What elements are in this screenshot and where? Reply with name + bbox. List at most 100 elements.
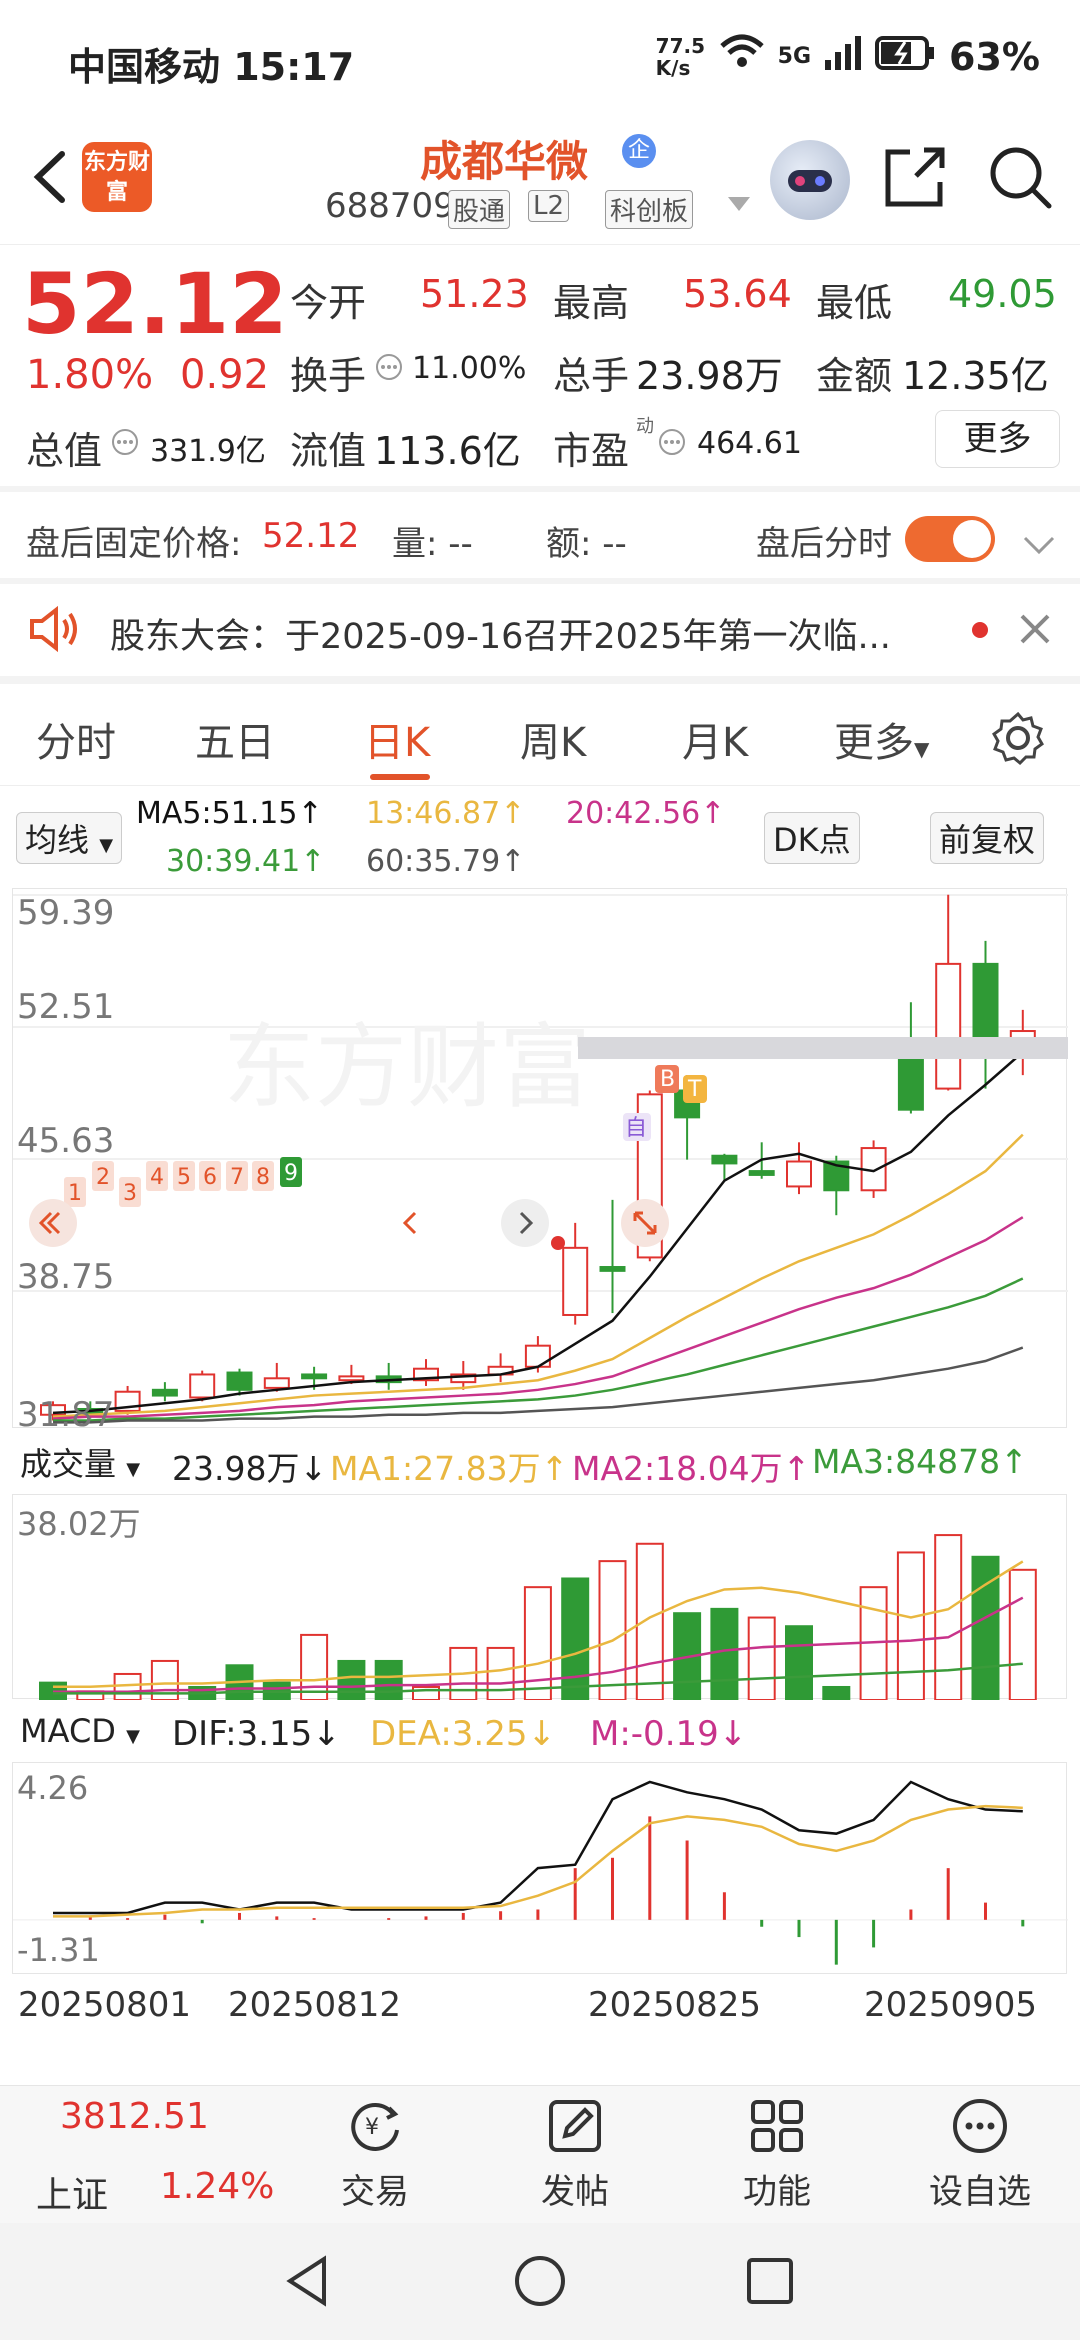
- dk-point-button[interactable]: DK点: [764, 812, 860, 864]
- search-icon[interactable]: [985, 142, 1055, 212]
- self-tag: 自: [625, 1116, 647, 1141]
- close-icon[interactable]: [1018, 612, 1052, 655]
- post-button[interactable]: 发帖: [500, 2096, 650, 2213]
- chevron-down-icon[interactable]: [1022, 526, 1056, 566]
- divider: [0, 578, 1080, 584]
- after-hours-bar: 盘后固定价格: 52.12 量: -- 额: -- 盘后分时: [0, 500, 1080, 580]
- nav-back-icon[interactable]: [280, 2253, 336, 2313]
- sequence-marker: 1: [64, 1177, 86, 1207]
- sequence-marker-label: 4: [150, 1165, 164, 1190]
- sequence-marker-label: 5: [177, 1165, 191, 1190]
- nav-home-icon[interactable]: [512, 2253, 568, 2313]
- macd-selector[interactable]: MACD ▼: [12, 1710, 148, 1752]
- chevron-left-icon: [402, 1211, 417, 1235]
- enterprise-badge: 企: [622, 134, 656, 168]
- y-label: 45.63: [17, 1121, 115, 1161]
- sequence-marker: 9: [280, 1157, 302, 1187]
- sequence-marker: 5: [173, 1161, 195, 1191]
- macd-line: [53, 1780, 1023, 1915]
- tab-five-day[interactable]: 五日: [195, 710, 275, 768]
- date-label: 20250812: [228, 1985, 402, 2025]
- tab-more[interactable]: 更多▼: [834, 710, 929, 768]
- tab-monthly-k[interactable]: 月K: [682, 710, 748, 768]
- current-price: 52.12: [22, 255, 288, 353]
- ma60-value: 60:35.79↑: [366, 844, 526, 879]
- kline-chart[interactable]: 东方财富 1 2 3 4 5 6 7 8 9 B T 自 59.39 52.51 45.63 38.75…: [12, 888, 1068, 1435]
- tab-daily-k[interactable]: 日K: [364, 710, 430, 768]
- trade-label: 交易: [341, 2172, 409, 2212]
- settings-gear-icon[interactable]: [990, 710, 1046, 770]
- divider: [0, 486, 1080, 492]
- open-label: 今开: [290, 281, 367, 325]
- assistant-robot-icon[interactable]: [770, 140, 850, 220]
- volume-bar: [1008, 1568, 1037, 1702]
- add-watchlist-button[interactable]: 设自选: [905, 2096, 1055, 2213]
- notice-bar[interactable]: 股东大会：于2025-09-16召开2025年第一次临...: [0, 590, 1080, 670]
- high-value: 53.64: [683, 272, 792, 316]
- index-percent[interactable]: 1.24%: [160, 2166, 274, 2207]
- status-icons: 77.5 K/s 5G 63%: [656, 34, 1040, 79]
- more-quote-button[interactable]: 更多: [935, 410, 1060, 468]
- volume-bar: [710, 1607, 739, 1701]
- candle-body: [263, 1377, 290, 1389]
- sequence-marker: 8: [252, 1161, 274, 1191]
- sequence-marker-label: 8: [256, 1165, 270, 1190]
- info-icon[interactable]: [374, 352, 404, 386]
- info-icon[interactable]: [110, 427, 140, 461]
- pe-value: 464.61: [697, 426, 802, 461]
- volume-selector[interactable]: 成交量 ▼: [12, 1437, 149, 1487]
- index-value[interactable]: 3812.51: [60, 2096, 209, 2137]
- volume-chart[interactable]: 38.02万: [12, 1494, 1067, 1702]
- adjust-button[interactable]: 前复权: [930, 812, 1045, 864]
- y-label: 38.75: [17, 1257, 115, 1297]
- sequence-marker-label: 2: [96, 1165, 110, 1190]
- candle-body: [226, 1371, 253, 1391]
- volume-max-label: 38.02万: [17, 1505, 141, 1543]
- trade-tag: T: [687, 1077, 702, 1102]
- active-tab-indicator: [370, 774, 430, 780]
- volume-bar: [561, 1577, 590, 1701]
- trade-button[interactable]: ¥ 交易: [300, 2096, 450, 2213]
- turnover-value: 11.00%: [412, 351, 527, 386]
- sequence-marker: 7: [226, 1161, 248, 1191]
- volume-bar: [785, 1625, 813, 1701]
- sequence-marker: 4: [146, 1161, 168, 1191]
- volume-bar: [486, 1646, 515, 1702]
- candle-body: [748, 1170, 775, 1176]
- macd-svg: [13, 1780, 1068, 1965]
- wifi-icon: [719, 34, 764, 79]
- price-band: [578, 1037, 1068, 1059]
- after-hours-toggle[interactable]: [905, 516, 995, 562]
- svg-text:¥: ¥: [365, 2115, 379, 2140]
- indicator-selector[interactable]: 均线 ▼: [16, 812, 123, 864]
- index-name[interactable]: 上证: [36, 2166, 108, 2218]
- candle-body: [151, 1388, 178, 1397]
- stock-name[interactable]: 成都华微: [420, 128, 588, 189]
- stock-header: 东方财富 成都华微 企 688709 股通 L2 科创板: [0, 120, 1080, 245]
- volume-value: 23.98万↓: [172, 1449, 328, 1488]
- battery-icon: [875, 35, 935, 79]
- back-arrow-icon[interactable]: [22, 142, 82, 212]
- info-icon[interactable]: [657, 427, 687, 461]
- low-value: 49.05: [948, 272, 1057, 316]
- macd-chart[interactable]: 4.26 -1.31: [12, 1762, 1068, 1974]
- tab-weekly-k[interactable]: 周K: [520, 710, 586, 768]
- macd-m: M:-0.19↓: [590, 1714, 748, 1754]
- stock-code: 688709: [325, 186, 455, 226]
- share-icon[interactable]: [880, 142, 950, 212]
- add-watchlist-label: 设自选: [929, 2172, 1031, 2212]
- amount-value: 12.35亿: [902, 354, 1049, 398]
- volume-ma3: MA3:84878↑: [812, 1442, 1028, 1481]
- volume-bar: [934, 1534, 963, 1702]
- nav-recents-icon[interactable]: [742, 2253, 798, 2313]
- volume-selector-label: 成交量: [20, 1445, 117, 1483]
- candle-body: [524, 1344, 551, 1368]
- function-button[interactable]: 功能: [702, 2096, 852, 2213]
- candle-body: [338, 1375, 365, 1382]
- candle-body: [599, 1266, 626, 1272]
- chevron-down-icon[interactable]: [728, 196, 750, 215]
- volume-bar: [374, 1659, 403, 1701]
- sequence-marker: 2: [92, 1161, 114, 1191]
- status-bar: 中国移动 15:17 77.5 K/s 5G 63%: [0, 0, 1080, 120]
- tab-intraday[interactable]: 分时: [36, 710, 116, 768]
